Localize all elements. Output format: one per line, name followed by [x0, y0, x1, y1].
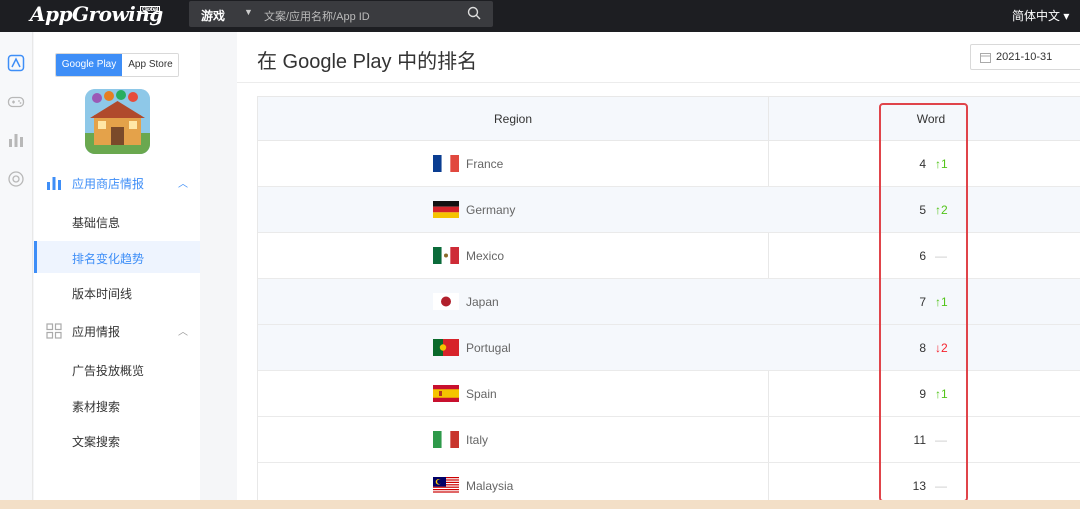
sidebar-item-rank-trend[interactable]: 排名变化趋势 [34, 241, 200, 273]
country-name: Germany [466, 203, 516, 217]
sidebar-item-basic-info[interactable]: 基础信息 [34, 205, 200, 237]
country-name: France [466, 157, 504, 171]
flag-spain-icon [433, 385, 459, 402]
language-selector[interactable]: 简体中文 ▾ [1012, 7, 1069, 24]
highlight-box [879, 103, 968, 502]
sidebar-item-creative-search[interactable]: 素材搜索 [34, 389, 200, 421]
country-name: Mexico [466, 249, 505, 263]
chevron-up-icon[interactable]: ︿ [178, 175, 188, 190]
app-intel-icon[interactable] [7, 54, 25, 72]
store-tabs: Google Play App Store [55, 53, 179, 77]
chevron-up-icon[interactable]: ︿ [178, 323, 188, 338]
flag-italy-icon [433, 431, 459, 448]
appgrowing-logo[interactable]: AppGrowing Global [30, 2, 163, 28]
section-label: 应用商店情报 [72, 177, 145, 191]
country-name: Portugal [466, 341, 511, 355]
search-icon[interactable] [467, 6, 481, 20]
calendar-icon [980, 53, 991, 63]
date-picker[interactable]: 2021-10-31 [970, 44, 1080, 70]
settings-icon[interactable] [7, 170, 25, 188]
top-navbar: AppGrowing Global 游戏 ▼ 文案/应用名称/App ID 简体… [0, 0, 1080, 32]
page-title: 在 Google Play 中的排名 [257, 51, 478, 73]
caret-down-icon[interactable]: ▼ [244, 7, 253, 17]
flag-portugal-icon [433, 339, 459, 356]
sidebar-item-copy-search[interactable]: 文案搜索 [34, 424, 200, 456]
section-app-intel[interactable]: 应用情报 ︿ [34, 319, 200, 343]
gamepad-icon[interactable] [7, 93, 25, 111]
flag-mexico-icon [433, 247, 459, 264]
divider [237, 82, 1080, 83]
bottom-strip [0, 500, 1080, 509]
bar-chart-icon [47, 177, 61, 190]
gutter [200, 32, 237, 509]
sidebar-item-ad-overview[interactable]: 广告投放概览 [34, 353, 200, 385]
flag-france-icon [433, 155, 459, 172]
global-search[interactable]: 游戏 ▼ 文案/应用名称/App ID [189, 1, 493, 27]
country-name: Japan [466, 295, 499, 309]
section-app-store-intel[interactable]: 应用商店情报 ︿ [34, 171, 200, 195]
country-name: Italy [466, 433, 489, 447]
search-input[interactable]: 文案/应用名称/App ID [264, 8, 370, 24]
flag-germany-icon [433, 201, 459, 218]
grid-icon [46, 323, 62, 339]
category-select[interactable]: 游戏 [201, 7, 225, 24]
date-value: 2021-10-31 [996, 51, 1053, 63]
flag-japan-icon [433, 293, 459, 310]
stats-icon[interactable] [7, 131, 25, 149]
logo-badge: Global [140, 6, 160, 14]
country-name: Spain [466, 387, 497, 401]
icon-rail [0, 32, 33, 509]
tab-google-play[interactable]: Google Play [56, 54, 122, 76]
country-name: Malaysia [466, 479, 514, 493]
tab-app-store[interactable]: App Store [122, 54, 178, 76]
flag-malaysia-icon [433, 477, 459, 494]
column-header-region[interactable]: Region [258, 112, 768, 126]
sidebar: Google Play App Store 应用商店情报 ︿ 基础信息 排名变化… [34, 32, 200, 509]
section-label: 应用情报 [72, 325, 121, 339]
app-icon [85, 89, 150, 154]
sidebar-item-version-timeline[interactable]: 版本时间线 [34, 276, 200, 308]
